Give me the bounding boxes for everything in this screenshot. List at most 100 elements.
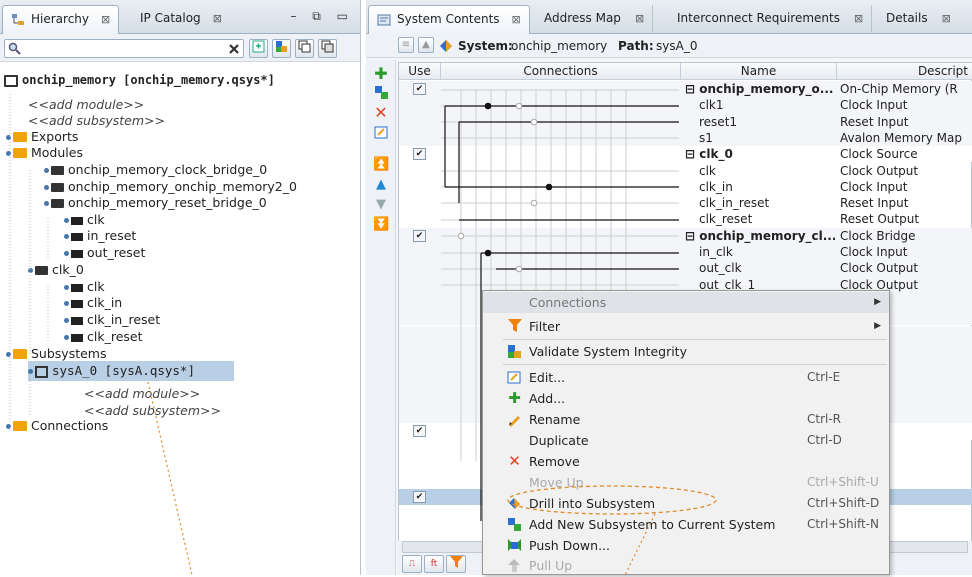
copy-icon — [298, 40, 311, 53]
hierarchy-toolbar — [0, 34, 360, 62]
drill-icon — [507, 496, 522, 511]
close-icon[interactable]: ⊠ — [635, 12, 644, 25]
fft-icon: ft — [430, 559, 438, 569]
menu-item-label: Connections — [529, 295, 607, 310]
move-down-icon: ▼ — [376, 197, 386, 212]
menu-item-add[interactable]: ✚ Add... — [483, 388, 889, 409]
validate-icon — [507, 344, 522, 359]
menu-item-shortcut: Ctrl-R — [807, 412, 842, 426]
row-name: clk_in_reset — [699, 196, 770, 211]
expand-all-button[interactable] — [249, 39, 268, 58]
menu-item-connections[interactable]: Connections ▶ — [483, 292, 889, 313]
menu-item-validate-system-integrity[interactable]: Validate System Integrity — [483, 341, 889, 362]
row-description: Clock Output — [840, 163, 919, 178]
tab-system-contents[interactable]: System Contents ⊠ — [368, 5, 530, 34]
menu-item-remove[interactable]: ✕ Remove — [483, 451, 889, 472]
row-description: Clock Output — [840, 261, 919, 276]
up-level-button[interactable]: ≡ — [398, 37, 414, 53]
system-label: System: — [458, 39, 513, 53]
close-icon[interactable]: ⊠ — [854, 12, 863, 25]
menu-separator — [503, 339, 887, 340]
menu-item-label: Remove — [529, 454, 580, 469]
clear-search-icon[interactable] — [228, 43, 240, 55]
menu-item-drill-into-subsystem[interactable]: Drill into Subsystem Ctrl+Shift-D — [483, 493, 889, 514]
connection-dot — [515, 102, 523, 110]
row-name: clk1 — [699, 98, 724, 113]
expand-icon — [252, 40, 265, 53]
column-header-use[interactable]: Use — [399, 63, 441, 80]
system-button[interactable] — [272, 39, 291, 58]
move-top-button[interactable]: ⏫ — [373, 157, 389, 173]
row-description: Clock Source — [840, 147, 918, 162]
use-checkbox[interactable]: ✔ — [413, 425, 426, 438]
remove-button[interactable]: ✕ — [373, 105, 389, 121]
menu-item-filter[interactable]: Filter ▶ — [483, 316, 889, 337]
add-button[interactable]: ✚ — [373, 66, 389, 82]
tab-label: System Contents — [397, 12, 500, 26]
edit-button[interactable] — [373, 125, 389, 141]
menu-item-label: Add... — [529, 391, 566, 406]
search-icon — [8, 42, 21, 55]
row-name: in_clk — [699, 245, 733, 259]
column-header-name[interactable]: Name — [681, 63, 837, 80]
tab-ip-catalog[interactable]: IP Catalog ⊠ — [128, 5, 230, 34]
row-description: Clock Input — [840, 245, 908, 259]
row-name: ⊟ onchip_memory_cl... — [685, 228, 835, 243]
menu-item-move-up[interactable]: Move Up Ctrl+Shift-U — [483, 472, 889, 493]
left-tab-bar: Hierarchy ⊠ IP Catalog ⊠ – ⧉ ▭ — [0, 0, 360, 34]
menu-item-shortcut: Ctrl-D — [807, 433, 842, 447]
move-bottom-icon: ⏬ — [373, 217, 390, 232]
filter-icon — [507, 319, 522, 334]
window-controls[interactable]: – ⧉ ▭ — [290, 9, 354, 24]
rename-icon — [507, 412, 522, 427]
remove-icon: ✕ — [508, 452, 521, 470]
system-contents-icon — [377, 14, 391, 26]
tab-details[interactable]: Details ⊠ — [878, 5, 959, 34]
menu-separator — [503, 364, 887, 365]
menu-item-pull-up[interactable]: Pull Up — [483, 555, 889, 576]
menu-item-label: Push Down... — [529, 538, 610, 553]
menu-item-duplicate[interactable]: Duplicate Ctrl-D — [483, 430, 889, 451]
move-down-button[interactable]: ▼ — [373, 197, 389, 213]
use-checkbox[interactable]: ✔ — [413, 490, 426, 503]
tab-interconnect-requirements[interactable]: Interconnect Requirements ⊠ — [669, 5, 873, 34]
row-name: s1 — [699, 130, 713, 145]
hierarchy-icon — [12, 14, 24, 25]
use-checkbox[interactable]: ✔ — [413, 83, 426, 95]
add-subsystem-icon — [507, 517, 522, 532]
menu-item-push-down[interactable]: Push Down... — [483, 535, 889, 556]
hierarchy-panel: Hierarchy ⊠ IP Catalog ⊠ – ⧉ ▭ onchip_memo… — [0, 0, 361, 575]
use-checkbox[interactable]: ✔ — [413, 148, 426, 161]
use-checkbox[interactable]: ✔ — [413, 229, 426, 242]
top-level-button[interactable]: ▲ — [418, 37, 434, 53]
menu-item-edit[interactable]: Edit... Ctrl-E — [483, 367, 889, 388]
close-icon[interactable]: ⊠ — [942, 12, 951, 25]
close-icon[interactable]: ⊠ — [512, 13, 521, 26]
menu-item-label: Move Up — [529, 475, 584, 490]
menu-item-label: Drill into Subsystem — [529, 496, 656, 511]
connection-dot — [457, 232, 465, 240]
tab-hierarchy[interactable]: Hierarchy ⊠ — [2, 5, 120, 34]
copy-button[interactable] — [295, 39, 314, 58]
move-top-icon: ⏫ — [373, 157, 390, 172]
search-input[interactable] — [4, 39, 244, 58]
move-up-button[interactable]: ▲ — [373, 177, 389, 193]
waveform-button[interactable]: ⎍ — [402, 555, 422, 573]
move-bottom-button[interactable]: ⏬ — [373, 217, 389, 233]
add-subsystem-button[interactable] — [373, 85, 389, 101]
system-icon — [440, 40, 452, 52]
menu-item-label: Validate System Integrity — [529, 344, 687, 359]
menu-item-rename[interactable]: Rename Ctrl-R — [483, 409, 889, 430]
column-header-connections[interactable]: Connections — [441, 63, 681, 80]
filter-button[interactable] — [446, 555, 466, 573]
tab-address-map[interactable]: Address Map ⊠ — [536, 5, 654, 34]
close-icon[interactable]: ⊠ — [213, 12, 222, 25]
close-icon[interactable]: ⊠ — [101, 13, 110, 26]
collapse-button[interactable] — [318, 39, 337, 58]
row-description: Clock Input — [840, 98, 908, 113]
column-header-description[interactable]: Descript — [837, 63, 972, 80]
menu-item-add-new-subsystem-to-current-system[interactable]: Add New Subsystem to Current System Ctrl+… — [483, 514, 889, 535]
row-description: Reset Input — [840, 114, 909, 129]
fft-button[interactable]: ft — [424, 555, 444, 573]
menu-item-shortcut: Ctrl-E — [807, 370, 841, 384]
